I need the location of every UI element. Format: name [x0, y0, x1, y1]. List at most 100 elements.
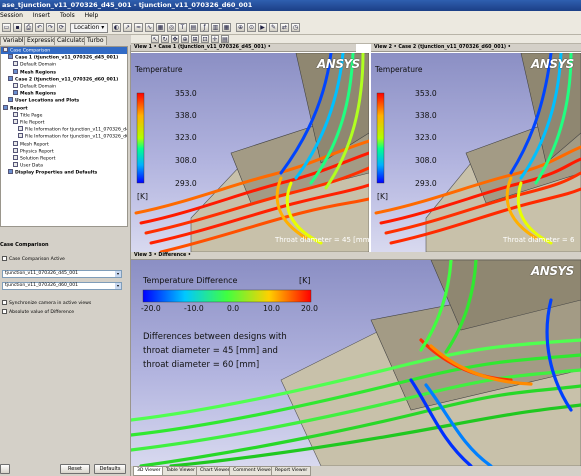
isosurface-icon[interactable]: ◎	[167, 23, 176, 32]
tree-item[interactable]: Solution Report	[1, 155, 55, 162]
chart-icon[interactable]: ▥	[211, 23, 220, 32]
rotate-icon[interactable]: ↻	[161, 35, 169, 43]
case2-value: tjunction_v11_070326_d60_001	[5, 283, 79, 288]
undo-icon[interactable]: ↶	[35, 23, 44, 32]
location-dropdown[interactable]: Location ▾	[70, 23, 109, 33]
tree-item-label: User Locations and Plots	[15, 98, 80, 104]
tree-item[interactable]: Mesh Regions	[1, 68, 56, 76]
defaults-button[interactable]: Defaults	[94, 464, 126, 474]
view1-header[interactable]: View 1 • Case 1 (tjunction_v11_070326_d4…	[131, 44, 356, 52]
tree-item[interactable]: Physics Report	[1, 147, 54, 155]
apply-button[interactable]	[0, 464, 10, 474]
zoom-box-icon[interactable]: ⊞	[191, 35, 199, 43]
tree-item-label: Physics Report	[20, 149, 54, 155]
tab-comment-viewer[interactable]: Comment Viewer	[229, 466, 277, 476]
tree-node-icon	[8, 75, 13, 81]
tab-turbo[interactable]: Turbo	[84, 36, 107, 45]
tree-item[interactable]: File Information for tjunction_v11_07032…	[1, 126, 127, 133]
contour-icon[interactable]: ◐	[112, 23, 121, 32]
vector-icon[interactable]: ↗	[123, 23, 132, 32]
zoom-fit-icon[interactable]: ⊡	[201, 35, 209, 43]
difference-legend-value: 20.0	[301, 304, 318, 313]
tree-node-icon	[13, 90, 18, 96]
tree-item-label: Default Domain	[20, 62, 57, 68]
menu-tools[interactable]: Tools	[60, 12, 75, 19]
location-label: Location	[74, 24, 100, 31]
ansys-logo: ANSYS	[531, 57, 574, 71]
table-icon[interactable]: ▦	[222, 23, 231, 32]
tree-item[interactable]: Case 1 (tjunction_v11_070326_d45_001)	[1, 54, 118, 61]
animation-icon[interactable]: ▶	[258, 23, 267, 32]
case-compare-icon[interactable]: ⇄	[280, 23, 289, 32]
view1-scene[interactable]: Temperature 353.0 338.0 323.0 308.0 293.…	[131, 53, 369, 252]
instance-icon[interactable]: ⊕	[236, 23, 245, 32]
view3-header[interactable]: View 3 • Difference •	[131, 252, 581, 260]
viewer-toolbar: ↖ ↻ ✥ ⊕ ⊞ ⊡ ✛ ▤	[131, 35, 581, 44]
view2-legend-title: Temperature	[375, 65, 423, 74]
case-comparison-active-toggle[interactable]: Case Comparison Active	[2, 256, 65, 262]
tree-item-label: Mesh Report	[20, 142, 49, 148]
streamline-icon[interactable]: ≈	[134, 23, 143, 32]
ansys-logo: ANSYS	[531, 264, 574, 278]
view1-legend-title: Temperature	[135, 65, 183, 74]
refresh-icon[interactable]: ⟳	[57, 23, 66, 32]
menu-insert[interactable]: Insert	[33, 12, 50, 19]
particle-track-icon[interactable]: ∿	[145, 23, 154, 32]
difference-note-line2: throat diameter = 45 [mm] and	[143, 346, 278, 356]
case1-select[interactable]: tjunction_v11_070326_d45_001 ▾	[2, 270, 122, 278]
tab-3d-viewer[interactable]: 3D Viewer	[133, 466, 165, 476]
print-icon[interactable]: ⎙	[24, 23, 33, 32]
tree-item[interactable]: Mesh Regions	[1, 90, 56, 97]
chevron-down-icon: ▾	[115, 271, 121, 277]
redo-icon[interactable]: ↷	[46, 23, 55, 32]
zoom-icon[interactable]: ⊕	[181, 35, 189, 43]
view2-scene[interactable]: Temperature 353.0 338.0 323.0 308.0 293.…	[371, 53, 581, 252]
menu-session[interactable]: Session	[0, 12, 23, 19]
tree-node-icon	[8, 169, 13, 175]
tree-item[interactable]: File Information for tjunction_v11_07032…	[1, 133, 127, 140]
view2-legend-value: 293.0	[415, 179, 437, 188]
absolute-difference-label: Absolute value of Difference	[9, 310, 75, 315]
tree-item[interactable]: Default Domain	[1, 61, 56, 68]
view2-legend-value: 338.0	[415, 111, 437, 120]
function-icon[interactable]: ƒ	[200, 23, 209, 32]
tree-item[interactable]: Case Comparison	[1, 47, 127, 55]
open-icon[interactable]: ▭	[2, 23, 11, 32]
legend-icon[interactable]: ▤	[189, 23, 198, 32]
tree-item-label: Solution Report	[20, 156, 56, 162]
text-icon[interactable]: T	[178, 23, 187, 32]
ansys-logo: ANSYS	[317, 57, 360, 71]
tree-item[interactable]: User Locations and Plots	[1, 97, 79, 104]
tree-item[interactable]: File Report	[1, 119, 44, 126]
volume-render-icon[interactable]: ▦	[156, 23, 165, 32]
tree-item[interactable]: Mesh Report	[1, 140, 49, 148]
tree-node-icon	[13, 83, 18, 88]
tree-item[interactable]: Report	[1, 104, 28, 112]
tree-node-icon	[13, 61, 18, 67]
difference-legend-value: 10.0	[263, 304, 280, 313]
tree-item[interactable]: Case 2 (tjunction_v11_070326_d60_001)	[1, 75, 118, 83]
absolute-difference-checkbox[interactable]: Absolute value of Difference	[2, 309, 74, 315]
menu-help[interactable]: Help	[85, 12, 99, 19]
save-icon[interactable]: ▪	[13, 23, 22, 32]
tree-item[interactable]: Display Properties and Defaults	[1, 169, 97, 176]
difference-note-line1: Differences between designs with	[143, 332, 287, 342]
tree-item[interactable]: User Data	[1, 162, 43, 169]
tree-item[interactable]: Title Page	[1, 111, 42, 119]
layout-icon[interactable]: ▤	[221, 35, 229, 43]
reset-button[interactable]: Reset	[60, 464, 90, 474]
difference-legend-value: -20.0	[141, 304, 161, 313]
view2-header[interactable]: View 2 • Case 2 (tjunction_v11_070326_d6…	[371, 44, 581, 52]
quick-editor-icon[interactable]: ✎	[269, 23, 278, 32]
tree-item[interactable]: Default Domain	[1, 83, 56, 90]
timestep-icon[interactable]: ◷	[291, 23, 300, 32]
view3-scene[interactable]: Temperature Difference [K] -20.0 -10.0 0…	[131, 260, 581, 466]
camera-icon[interactable]: ⊙	[247, 23, 256, 32]
tab-report-viewer[interactable]: Report Viewer	[271, 466, 312, 476]
select-icon[interactable]: ↖	[151, 35, 159, 43]
probe-icon[interactable]: ✛	[211, 35, 219, 43]
case2-select[interactable]: tjunction_v11_070326_d60_001 ▾	[2, 282, 122, 290]
pan-icon[interactable]: ✥	[171, 35, 179, 43]
sync-camera-checkbox[interactable]: Synchronize camera in active views	[2, 300, 91, 306]
tab-table-viewer[interactable]: Table Viewer	[162, 466, 199, 476]
